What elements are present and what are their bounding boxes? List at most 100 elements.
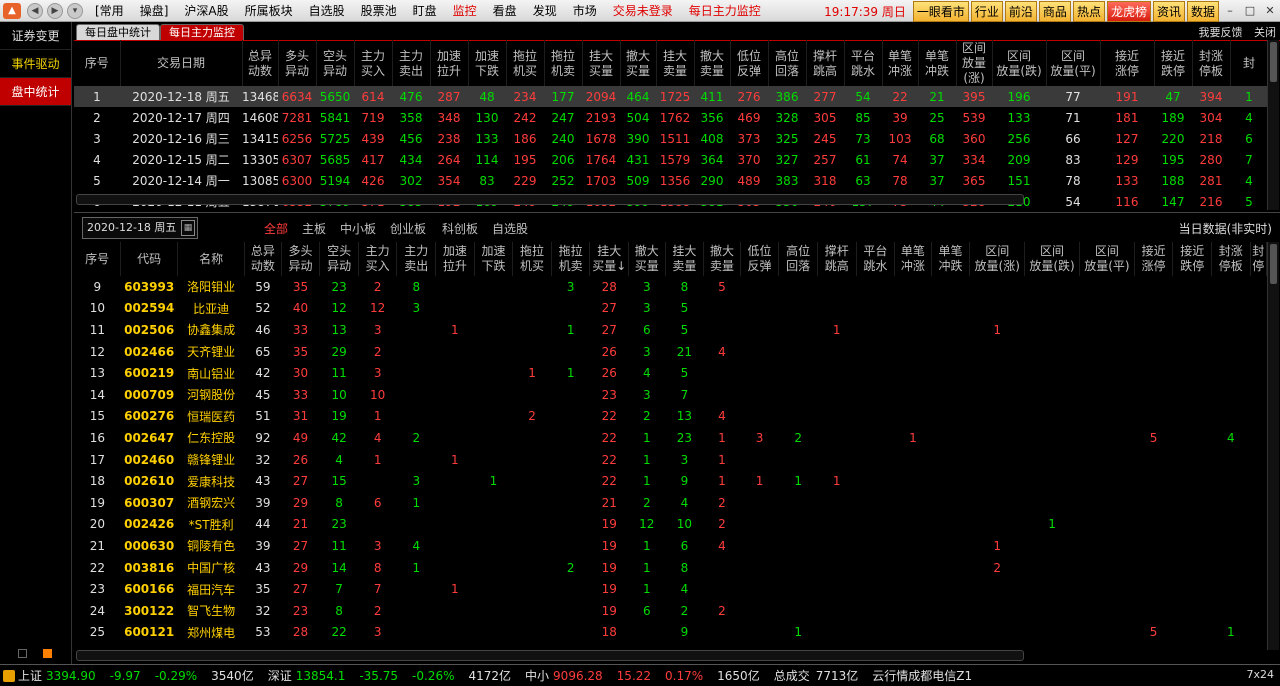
menu-item-2[interactable]: 沪深A股 bbox=[176, 2, 236, 19]
close-link[interactable]: 关闭 bbox=[1254, 26, 1276, 39]
top-header-26[interactable]: 封涨 停板 bbox=[1192, 40, 1231, 86]
menu-item-1[interactable]: 操盘] bbox=[132, 2, 177, 19]
stock-row-13[interactable]: 22 003816 中国广核 43 29 14 8 1 2 19 1 8 2 bbox=[74, 557, 1267, 579]
top-header-20[interactable]: 单笔 冲跌 bbox=[918, 40, 957, 86]
sidebar-item-intraday-stats[interactable]: 盘中统计 bbox=[0, 78, 71, 106]
filter-tab-0[interactable]: 全部 bbox=[264, 220, 288, 237]
stock-row-15[interactable]: 24 300122 智飞生物 32 23 8 2 19 6 2 2 bbox=[74, 600, 1267, 622]
top-header-17[interactable]: 撑杆 跳高 bbox=[806, 40, 845, 86]
stock-row-5[interactable]: 14 000709 河钢股份 45 33 10 10 23 3 7 bbox=[74, 384, 1267, 406]
bottom-header-18[interactable]: 撑杆 跳高 bbox=[817, 242, 857, 276]
stock-row-8[interactable]: 17 002460 赣锋锂业 32 26 4 1 1 22 1 3 1 bbox=[74, 449, 1267, 471]
bottom-header-15[interactable]: 撤大 卖量 bbox=[703, 242, 741, 276]
top-header-7[interactable]: 加速 拉升 bbox=[430, 40, 469, 86]
top-header-6[interactable]: 主力 卖出 bbox=[392, 40, 431, 86]
layout-toggle-on[interactable] bbox=[43, 649, 52, 658]
stock-row-2[interactable]: 11 002506 协鑫集成 46 33 13 3 1 1 27 6 5 1 1 bbox=[74, 319, 1267, 341]
menu-item-6[interactable]: 盯盘 bbox=[405, 2, 445, 19]
top-row-0[interactable]: 1 2020-12-18 周五 13468 6634 5650 614 476 287 48 23… bbox=[74, 86, 1280, 107]
bottom-header-22[interactable]: 区间 放量(涨) bbox=[969, 242, 1026, 276]
filter-tab-4[interactable]: 科创板 bbox=[442, 220, 478, 237]
stock-row-10[interactable]: 19 600307 酒钢宏兴 39 29 8 6 1 21 2 4 2 bbox=[74, 492, 1267, 514]
top-header-3[interactable]: 多头 异动 bbox=[278, 40, 317, 86]
menu-item-8[interactable]: 看盘 bbox=[485, 2, 525, 19]
bottom-header-14[interactable]: 挂大 卖量 bbox=[665, 242, 705, 276]
top-header-4[interactable]: 空头 异动 bbox=[316, 40, 355, 86]
hot-button-5[interactable]: 龙虎榜 bbox=[1106, 0, 1151, 22]
sh-index-label[interactable]: 上证 bbox=[18, 667, 42, 684]
bottom-header-26[interactable]: 接近 跌停 bbox=[1172, 242, 1212, 276]
top-header-16[interactable]: 高位 回落 bbox=[768, 40, 807, 86]
top-header-10[interactable]: 拖拉 机卖 bbox=[544, 40, 583, 86]
bottom-vertical-scrollbar[interactable] bbox=[1267, 242, 1279, 650]
hot-button-6[interactable]: 资讯 bbox=[1152, 0, 1185, 22]
stock-row-11[interactable]: 20 002426 *ST胜利 44 21 23 19 12 10 2 1 bbox=[74, 514, 1267, 536]
bottom-header-25[interactable]: 接近 涨停 bbox=[1134, 242, 1174, 276]
filter-tab-1[interactable]: 主板 bbox=[302, 220, 326, 237]
top-vertical-scrollbar[interactable] bbox=[1267, 40, 1279, 210]
bottom-header-16[interactable]: 低位 反弹 bbox=[740, 242, 780, 276]
stock-row-12[interactable]: 21 000630 铜陵有色 39 27 11 3 4 19 1 6 4 1 bbox=[74, 535, 1267, 557]
top-header-21[interactable]: 区间 放量(涨) bbox=[956, 40, 993, 86]
sidebar-item-securities-change[interactable]: 证券变更 bbox=[0, 22, 71, 50]
bottom-horizontal-scrollbar[interactable] bbox=[76, 650, 1024, 661]
hot-button-0[interactable]: 一眼看市 bbox=[912, 0, 969, 22]
menu-item-9[interactable]: 发现 bbox=[525, 2, 565, 19]
feedback-link[interactable]: 我要反馈 bbox=[1199, 26, 1243, 39]
bottom-header-4[interactable]: 多头 异动 bbox=[281, 242, 321, 276]
top-header-14[interactable]: 撤大 卖量 bbox=[694, 40, 731, 86]
top-header-22[interactable]: 区间 放量(跌) bbox=[992, 40, 1047, 86]
bottom-header-23[interactable]: 区间 放量(跌) bbox=[1024, 242, 1080, 276]
zx-index-label[interactable]: 中小 bbox=[525, 667, 549, 684]
top-header-19[interactable]: 单笔 冲涨 bbox=[882, 40, 919, 86]
date-picker[interactable]: 2020-12-18 周五 ▦ bbox=[82, 217, 198, 239]
stock-row-16[interactable]: 25 600121 郑州煤电 53 28 22 3 18 9 1 5 1 bbox=[74, 622, 1267, 644]
top-header-23[interactable]: 区间 放量(平) bbox=[1046, 40, 1101, 86]
hot-button-1[interactable]: 行业 bbox=[970, 0, 1003, 22]
status-right-label[interactable]: 7x24 bbox=[1246, 668, 1274, 681]
top-header-13[interactable]: 挂大 卖量 bbox=[656, 40, 695, 86]
menu-item-0[interactable]: [常用 bbox=[87, 2, 132, 19]
top-row-1[interactable]: 2 2020-12-17 周四 14608 7281 5841 719 358 348 130 2… bbox=[74, 107, 1280, 128]
calendar-icon[interactable]: ▦ bbox=[181, 220, 195, 236]
stock-row-4[interactable]: 13 600219 南山铝业 42 30 11 3 1 1 26 4 5 bbox=[74, 362, 1267, 384]
bottom-header-13[interactable]: 撤大 买量 bbox=[628, 242, 666, 276]
bottom-header-21[interactable]: 单笔 冲跌 bbox=[931, 242, 971, 276]
bottom-header-9[interactable]: 加速 下跌 bbox=[474, 242, 514, 276]
tab-daily-intraday-stats[interactable]: 每日盘中统计 bbox=[76, 24, 160, 40]
bottom-header-10[interactable]: 拖拉 机买 bbox=[512, 242, 552, 276]
menu-item-4[interactable]: 自选股 bbox=[301, 2, 353, 19]
stock-row-1[interactable]: 10 002594 比亚迪 52 40 12 12 3 27 3 5 bbox=[74, 298, 1267, 320]
tab-daily-main-force-monitor[interactable]: 每日主力监控 bbox=[160, 24, 244, 40]
sidebar-item-event-driven[interactable]: 事件驱动 bbox=[0, 50, 71, 78]
bottom-header-8[interactable]: 加速 拉升 bbox=[435, 242, 475, 276]
layout-toggle-off[interactable] bbox=[18, 649, 27, 658]
bottom-header-1[interactable]: 代码 bbox=[120, 242, 179, 276]
stock-row-14[interactable]: 23 600166 福田汽车 35 27 7 7 1 19 1 4 bbox=[74, 578, 1267, 600]
stock-row-7[interactable]: 16 002647 仁东控股 92 49 42 4 2 22 1 23 1 3 2 1 5 4 bbox=[74, 427, 1267, 449]
filter-tab-5[interactable]: 自选股 bbox=[492, 220, 528, 237]
bottom-header-20[interactable]: 单笔 冲涨 bbox=[894, 242, 932, 276]
maximize-icon[interactable]: □ bbox=[1242, 3, 1258, 19]
menu-item-7[interactable]: 监控 bbox=[445, 2, 485, 19]
sz-index-label[interactable]: 深证 bbox=[268, 667, 292, 684]
server-label[interactable]: 云行情成都电信Z1 bbox=[872, 667, 972, 684]
top-header-9[interactable]: 拖拉 机买 bbox=[506, 40, 545, 86]
menu-item-3[interactable]: 所属板块 bbox=[237, 2, 301, 19]
top-header-0[interactable]: 序号 bbox=[74, 40, 121, 86]
bottom-header-28[interactable]: 封 停 bbox=[1250, 242, 1268, 276]
bottom-header-5[interactable]: 空头 异动 bbox=[319, 242, 359, 276]
top-row-3[interactable]: 4 2020-12-15 周二 13305 6307 5685 417 434 264 114 1… bbox=[74, 149, 1280, 170]
top-header-15[interactable]: 低位 反弹 bbox=[730, 40, 769, 86]
filter-tab-2[interactable]: 中小板 bbox=[340, 220, 376, 237]
bottom-header-2[interactable]: 名称 bbox=[177, 242, 246, 276]
top-horizontal-scrollbar[interactable] bbox=[76, 194, 1024, 205]
stock-row-9[interactable]: 18 002610 爱康科技 43 27 15 3 1 22 1 9 1 1 1 1 bbox=[74, 470, 1267, 492]
filter-tab-3[interactable]: 创业板 bbox=[390, 220, 426, 237]
hot-button-3[interactable]: 商品 bbox=[1038, 0, 1071, 22]
top-header-12[interactable]: 撤大 买量 bbox=[620, 40, 657, 86]
bottom-header-3[interactable]: 总异 动数 bbox=[244, 242, 282, 276]
top-header-1[interactable]: 交易日期 bbox=[120, 40, 243, 86]
minimize-icon[interactable]: – bbox=[1222, 3, 1238, 19]
stock-row-0[interactable]: 9 603993 洛阳钼业 59 35 23 2 8 3 28 3 8 5 bbox=[74, 276, 1267, 298]
